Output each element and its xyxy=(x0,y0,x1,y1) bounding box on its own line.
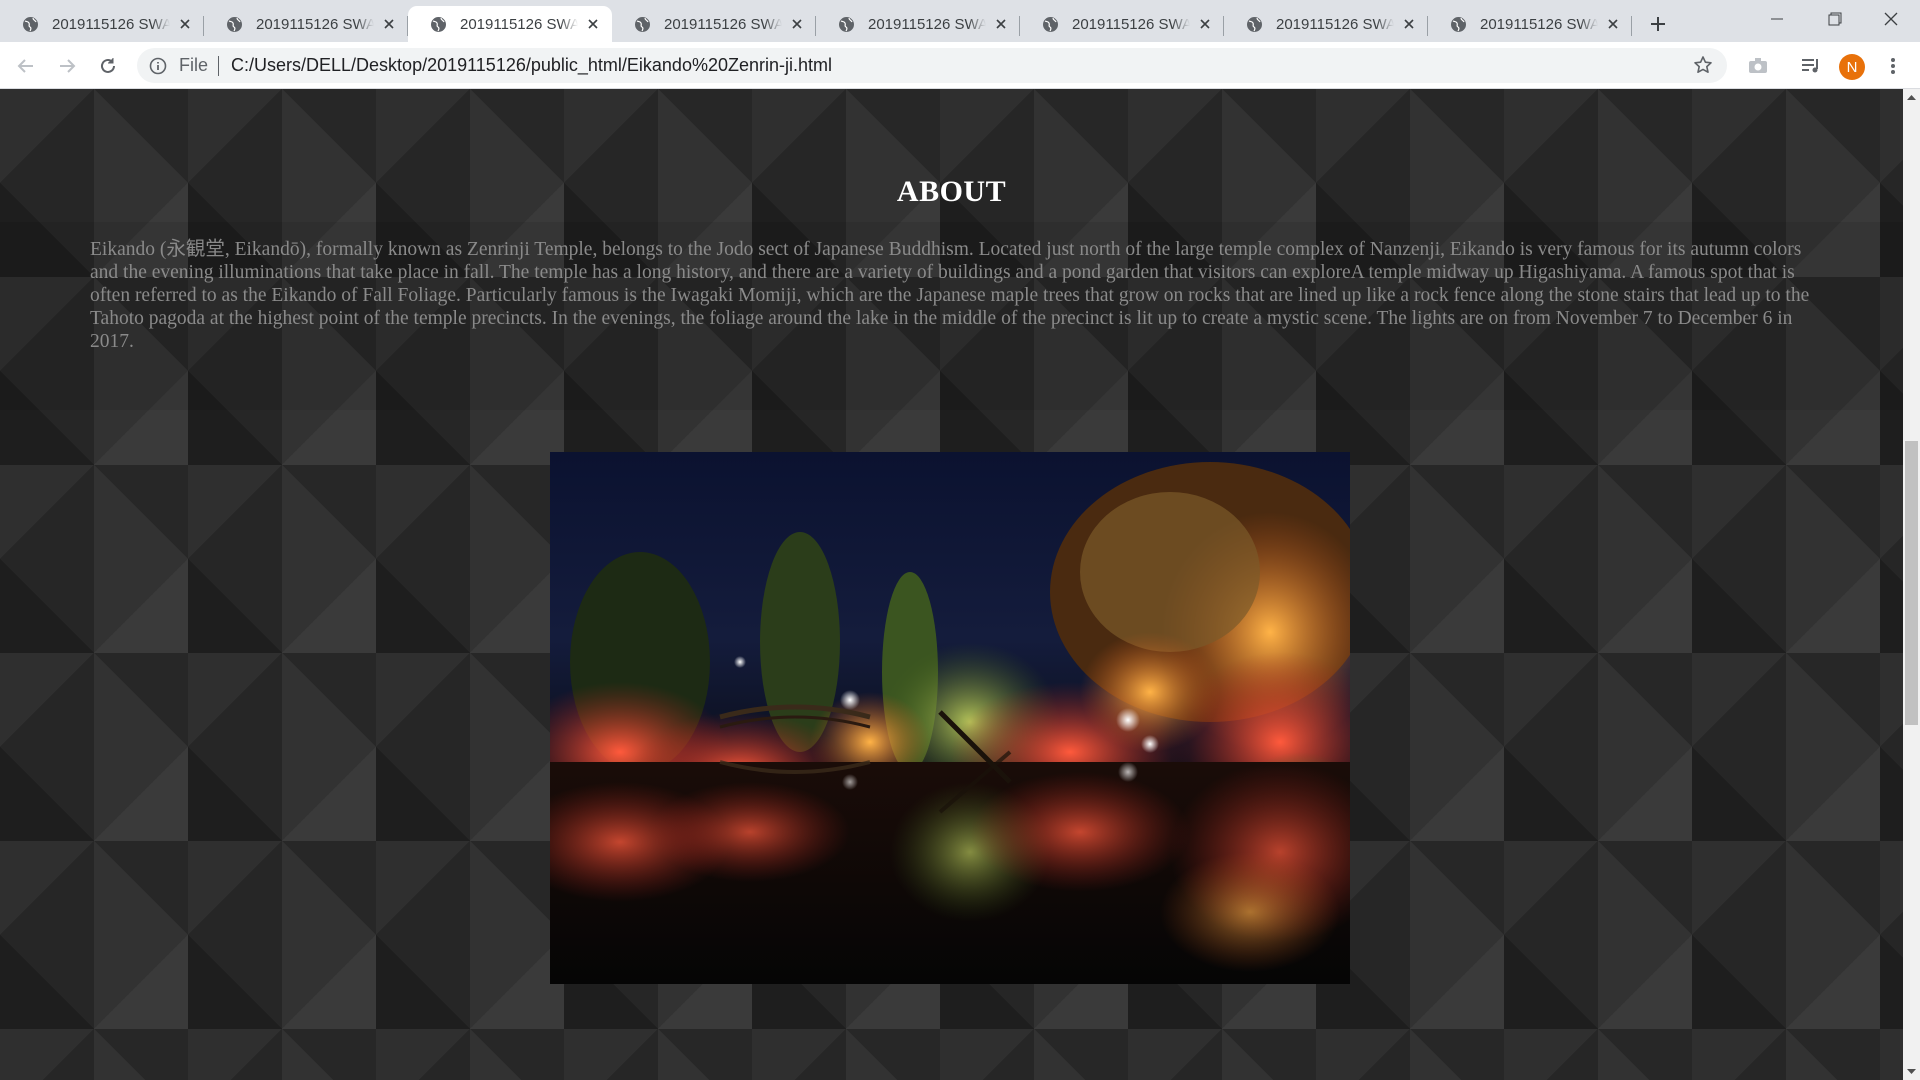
close-icon xyxy=(1884,12,1898,26)
camera-icon xyxy=(1749,58,1767,73)
browser-tab[interactable]: 2019115126 SWAMI xyxy=(1224,6,1428,42)
minimize-button[interactable] xyxy=(1748,0,1806,38)
globe-icon xyxy=(635,16,650,32)
browser-toolbar: File C:/Users/DELL/Desktop/2019115126/pu… xyxy=(0,42,1920,89)
restore-icon xyxy=(1828,12,1842,26)
back-button[interactable] xyxy=(10,50,42,82)
tab-title: 2019115126 SWAMI xyxy=(1072,15,1190,33)
eikando-night-photo xyxy=(550,452,1350,984)
arrow-left-icon xyxy=(17,59,33,73)
close-icon xyxy=(996,19,1006,29)
page-viewport: ABOUT Eikando (永観堂, Eikandō), formally k… xyxy=(0,89,1903,1080)
globe-icon xyxy=(1043,16,1058,32)
media-controls-button[interactable] xyxy=(1795,50,1827,82)
tab-separator xyxy=(1631,16,1632,36)
profile-avatar[interactable]: N xyxy=(1839,54,1865,80)
close-window-button[interactable] xyxy=(1862,0,1920,38)
playlist-icon xyxy=(1802,59,1818,73)
browser-tab[interactable]: 2019115126 SWAMI xyxy=(408,6,612,42)
close-icon xyxy=(384,19,394,29)
close-tab-button[interactable] xyxy=(176,15,194,33)
tab-title: 2019115126 SWAMI xyxy=(664,15,782,33)
url-text[interactable]: C:/Users/DELL/Desktop/2019115126/public_… xyxy=(231,55,832,76)
browser-tab[interactable]: 2019115126 SWAMI xyxy=(204,6,408,42)
close-icon xyxy=(588,19,598,29)
tab-strip: 2019115126 SWAMI 2019115126 SWAMI 20191151… xyxy=(0,0,1920,42)
globe-icon xyxy=(23,16,38,32)
browser-tab[interactable]: 2019115126 SWAMI xyxy=(816,6,1020,42)
address-bar[interactable]: File C:/Users/DELL/Desktop/2019115126/pu… xyxy=(137,48,1727,83)
tab-title: 2019115126 SWAMI xyxy=(256,15,374,33)
close-tab-button[interactable] xyxy=(1604,15,1622,33)
browser-tab[interactable]: 2019115126 SWAMI xyxy=(1428,6,1632,42)
vertical-scrollbar[interactable] xyxy=(1903,89,1920,1080)
close-tab-button[interactable] xyxy=(788,15,806,33)
tab-title: 2019115126 SWAMI xyxy=(52,15,170,33)
close-tab-button[interactable] xyxy=(1400,15,1418,33)
minimize-icon xyxy=(1771,18,1783,20)
close-tab-button[interactable] xyxy=(584,15,602,33)
forward-button[interactable] xyxy=(51,50,83,82)
info-icon[interactable] xyxy=(149,57,167,75)
tab-title: 2019115126 SWAMI xyxy=(868,15,986,33)
close-icon xyxy=(1200,19,1210,29)
scroll-up-arrow-icon[interactable] xyxy=(1907,93,1916,102)
scroll-down-arrow-icon[interactable] xyxy=(1907,1067,1916,1076)
close-icon xyxy=(1608,19,1618,29)
browser-tab[interactable]: 2019115126 SWAMI xyxy=(0,6,204,42)
globe-icon xyxy=(1451,16,1466,32)
close-icon xyxy=(180,19,190,29)
globe-icon xyxy=(839,16,854,32)
restore-button[interactable] xyxy=(1806,0,1864,38)
browser-tab[interactable]: 2019115126 SWAMI xyxy=(612,6,816,42)
close-icon xyxy=(1404,19,1414,29)
address-divider xyxy=(218,55,220,76)
close-icon xyxy=(792,19,802,29)
tab-title: 2019115126 SWAMI xyxy=(1276,15,1394,33)
globe-icon xyxy=(1247,16,1262,32)
new-tab-button[interactable] xyxy=(1638,6,1678,42)
menu-button[interactable] xyxy=(1877,50,1909,82)
bookmark-star-icon[interactable] xyxy=(1693,55,1713,75)
tab-title: 2019115126 SWAMI xyxy=(1480,15,1598,33)
browser-tab[interactable]: 2019115126 SWAMI xyxy=(1020,6,1224,42)
close-tab-button[interactable] xyxy=(1196,15,1214,33)
about-paragraph: Eikando (永観堂, Eikandō), formally known a… xyxy=(90,239,1810,352)
globe-icon xyxy=(227,16,242,32)
plus-icon xyxy=(1651,17,1665,31)
tab-list: 2019115126 SWAMI 2019115126 SWAMI 20191151… xyxy=(0,0,1632,42)
close-tab-button[interactable] xyxy=(380,15,398,33)
globe-icon xyxy=(431,16,446,32)
tab-title: 2019115126 SWAMI xyxy=(460,15,578,33)
about-heading: ABOUT xyxy=(896,175,1007,208)
kebab-menu-icon xyxy=(1891,58,1895,74)
reload-icon xyxy=(101,58,115,73)
arrow-right-icon xyxy=(60,59,76,73)
close-tab-button[interactable] xyxy=(992,15,1010,33)
autumn-illumination-image xyxy=(550,452,1350,984)
scheme-label: File xyxy=(179,55,209,75)
scrollbar-thumb[interactable] xyxy=(1905,441,1918,725)
screenshot-button[interactable] xyxy=(1742,50,1774,82)
reload-button[interactable] xyxy=(92,50,124,82)
